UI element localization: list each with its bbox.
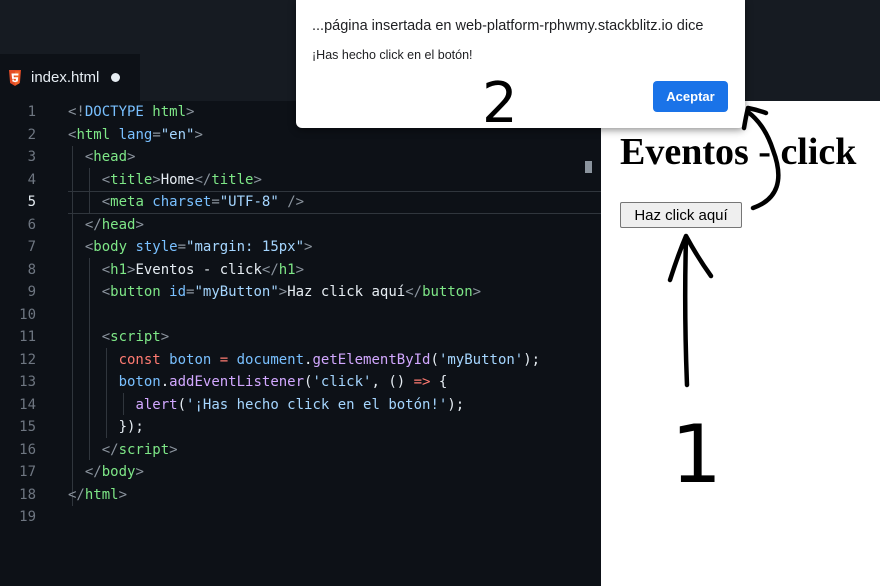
line-number: 16 bbox=[19, 441, 36, 458]
preview-heading: Eventos - click bbox=[620, 131, 857, 173]
code-line-18: </html> bbox=[68, 486, 128, 503]
line-number: 10 bbox=[19, 306, 36, 323]
dialog-message: ¡Has hecho click en el botón! bbox=[312, 48, 473, 62]
line-number: 3 bbox=[27, 149, 36, 165]
code-line-5: <meta charset="UTF-8" /> bbox=[101, 194, 305, 210]
line-number: 1 bbox=[27, 104, 36, 120]
code-line-8: <h1>Eventos - click</h1> bbox=[101, 261, 305, 278]
preview-pane: Eventos - click Haz click aquí bbox=[601, 101, 880, 586]
code-line-4: <title>Home</title> bbox=[101, 171, 262, 188]
code-line-3: <head> bbox=[84, 149, 136, 165]
line-number: 19 bbox=[19, 509, 36, 525]
tab-label: index.html bbox=[31, 69, 100, 86]
code-line-11: <script> bbox=[101, 329, 170, 345]
line-number: 17 bbox=[19, 464, 36, 480]
alert-dialog: ...página insertada en web-platform-rphw… bbox=[296, 0, 745, 128]
code-line-7: <body style="margin: 15px"> bbox=[84, 239, 313, 255]
code-line-16: </script> bbox=[101, 441, 178, 458]
line-number-active: 5 bbox=[27, 194, 36, 210]
code-line-13: boton.addEventListener('click', () => { bbox=[118, 374, 448, 390]
dialog-title: ...página insertada en web-platform-rphw… bbox=[312, 18, 704, 34]
line-number-gutter: 1 2 3 4 5 6 7 8 9 10 11 12 13 14 15 16 1… bbox=[0, 101, 44, 529]
code-line-12: const boton = document.getElementById('m… bbox=[118, 351, 541, 368]
unsaved-dot-icon bbox=[111, 73, 121, 82]
line-number: 8 bbox=[27, 261, 36, 278]
line-number: 18 bbox=[19, 486, 36, 503]
code-line-17: </body> bbox=[84, 464, 144, 480]
line-number: 15 bbox=[19, 419, 36, 435]
accept-button[interactable]: Aceptar bbox=[653, 81, 728, 112]
code-line-15: }); bbox=[118, 419, 144, 435]
line-number: 9 bbox=[27, 284, 36, 300]
tab-index-html[interactable]: index.html bbox=[0, 54, 140, 101]
html5-icon bbox=[8, 69, 22, 86]
line-number: 12 bbox=[19, 351, 36, 368]
code-editor[interactable]: 1 2 3 4 5 6 7 8 9 10 11 12 13 14 15 16 1… bbox=[0, 101, 601, 586]
line-number: 11 bbox=[19, 329, 36, 345]
code-lines[interactable]: <!DOCTYPE html> <html lang="en"> <head> … bbox=[68, 101, 601, 529]
line-number: 14 bbox=[19, 396, 36, 413]
line-number: 2 bbox=[27, 126, 36, 143]
line-number: 7 bbox=[27, 239, 36, 255]
line-number: 13 bbox=[19, 374, 36, 390]
code-line-14: alert('¡Has hecho click en el botón!'); bbox=[135, 396, 465, 413]
line-number: 4 bbox=[27, 171, 36, 188]
code-line-6: </head> bbox=[84, 216, 144, 233]
code-line-9: <button id="myButton">Haz click aquí</bu… bbox=[101, 284, 482, 300]
line-number: 6 bbox=[27, 216, 36, 233]
haz-click-button[interactable]: Haz click aquí bbox=[620, 202, 742, 228]
